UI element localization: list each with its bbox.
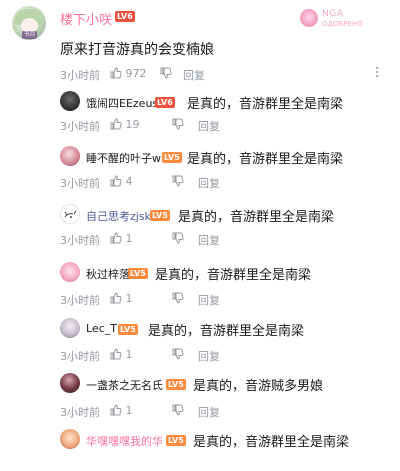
like-button[interactable]: 1 <box>110 404 133 417</box>
reply-meta: 3小时前 19 回复 <box>60 118 360 134</box>
thumbs-down-icon <box>172 175 184 187</box>
like-count: 19 <box>125 118 140 131</box>
dislike-button[interactable] <box>160 67 172 80</box>
comment-text: 原来打音游真的会变楠娘 <box>60 42 214 58</box>
level-badge: LV5 <box>162 152 182 163</box>
timestamp: 3小时前 <box>60 177 100 190</box>
reply-button[interactable]: 回复 <box>198 175 220 191</box>
reply-text: 是真的，音游贼多男娘 <box>193 379 324 394</box>
level-badge: LV6 <box>155 97 175 108</box>
like-button[interactable]: 1 <box>110 232 133 245</box>
timestamp: 3小时前 <box>60 350 100 363</box>
reply-meta: 3小时前 4 回复 <box>60 175 360 191</box>
reply-username[interactable]: 饿闹四EEzeus <box>86 95 158 111</box>
more-vertical-icon[interactable] <box>376 66 380 80</box>
avatar[interactable] <box>60 146 80 166</box>
reply-text: 是真的，音游群里全是南梁 <box>155 268 312 283</box>
like-count: 4 <box>125 175 133 188</box>
thumbs-down-icon <box>172 118 184 130</box>
level-badge: LV5 <box>118 324 138 335</box>
reply-username[interactable]: 华嘿嘿嘿我的华 <box>86 433 163 449</box>
thumbs-up-icon <box>110 404 122 416</box>
dislike-button[interactable] <box>172 175 184 188</box>
like-button[interactable]: 1 <box>110 292 133 305</box>
reply-text: 是真的，音游群里全是南梁 <box>148 324 305 339</box>
reply-button[interactable]: 回复 <box>183 67 205 83</box>
thumbs-up-icon <box>110 348 122 360</box>
sketch-avatar-icon <box>64 210 77 218</box>
avatar[interactable] <box>60 262 80 282</box>
reply-button[interactable]: 回复 <box>198 118 220 134</box>
dislike-button[interactable] <box>172 292 184 305</box>
like-button[interactable]: 1 <box>110 348 133 361</box>
like-count: 972 <box>125 67 147 80</box>
thumbs-up-icon <box>110 175 122 187</box>
reply-item: Lec_T LV5 是真的，音游群里全是南梁 3小时前 1 回复 <box>0 314 400 366</box>
reply-button[interactable]: 回复 <box>198 292 220 308</box>
thumbs-down-icon <box>172 404 184 416</box>
reply-text: 是真的，音游群里全是南梁 <box>178 210 335 225</box>
avatar[interactable] <box>60 429 80 449</box>
reply-text: 是真的，音游群里全是南梁 <box>193 435 350 450</box>
thumbs-down-icon <box>172 232 184 244</box>
level-badge: LV5 <box>166 379 186 390</box>
reply-item: 睡不醒的叶子w LV5 是真的，音游群里全是南梁 3小时前 4 回复 <box>0 143 400 195</box>
reply-meta: 3小时前 1 回复 <box>60 232 360 248</box>
dislike-button[interactable] <box>172 232 184 245</box>
timestamp: 3小时前 <box>60 406 100 419</box>
thumbs-down-icon <box>172 292 184 304</box>
username[interactable]: 楼下小咲 <box>60 9 112 28</box>
thumbs-down-icon <box>172 348 184 360</box>
reply-button[interactable]: 回复 <box>198 348 220 364</box>
reply-button[interactable]: 回复 <box>198 232 220 248</box>
reply-text: 是真的，音游群里全是南梁 <box>187 152 344 167</box>
reply-text: 是真的，音游群里全是南梁 <box>187 97 344 112</box>
thumbs-up-icon <box>110 67 122 79</box>
avatar[interactable] <box>60 318 80 338</box>
main-comment: 书月 楼下小咲 LV6 原来打音游真的会变楠娘 3小时前 972 回复 <box>0 0 400 88</box>
like-count: 1 <box>125 292 133 305</box>
level-badge: LV5 <box>128 268 148 279</box>
reply-meta: 3小时前 1 回复 <box>60 292 360 308</box>
avatar[interactable]: 书月 <box>12 6 46 40</box>
like-button[interactable]: 4 <box>110 175 133 188</box>
like-count: 1 <box>125 348 133 361</box>
reply-username[interactable]: 一盏茶之无名氏 <box>86 377 163 393</box>
level-badge: LV6 <box>115 11 135 22</box>
avatar[interactable] <box>60 204 80 224</box>
avatar-tag: 书月 <box>22 31 37 39</box>
thumbs-up-icon <box>110 232 122 244</box>
reply-meta: 3小时前 1 回复 <box>60 404 360 420</box>
reply-meta: 3小时前 1 回复 <box>60 348 360 364</box>
timestamp: 3小时前 <box>60 69 100 82</box>
like-count: 1 <box>125 404 133 417</box>
thumbs-up-icon <box>110 292 122 304</box>
reply-username[interactable]: 睡不醒的叶子w <box>86 150 161 166</box>
timestamp: 3小时前 <box>60 294 100 307</box>
avatar[interactable] <box>60 373 80 393</box>
timestamp: 3小时前 <box>60 234 100 247</box>
reply-username[interactable]: 自己思考zjsk <box>86 208 151 224</box>
dislike-button[interactable] <box>172 118 184 131</box>
thumbs-down-icon <box>160 67 172 79</box>
dislike-button[interactable] <box>172 404 184 417</box>
level-badge: LV5 <box>150 210 170 221</box>
timestamp: 3小时前 <box>60 120 100 133</box>
avatar[interactable] <box>60 91 80 111</box>
reply-username[interactable]: 秋过梓落 <box>86 266 130 282</box>
like-button[interactable]: 19 <box>110 118 140 131</box>
like-count: 1 <box>125 232 133 245</box>
reply-item: 自己思考zjsk LV5 是真的，音游群里全是南梁 3小时前 1 回复 <box>0 200 400 252</box>
like-button[interactable]: 972 <box>110 67 147 80</box>
level-badge: LV5 <box>166 435 186 446</box>
dislike-button[interactable] <box>172 348 184 361</box>
thumbs-up-icon <box>110 118 122 130</box>
reply-item: 华嘿嘿嘿我的华 LV5 是真的，音游群里全是南梁 <box>0 426 400 471</box>
reply-button[interactable]: 回复 <box>198 404 220 420</box>
reply-item: 饿闹四EEzeus LV6 是真的，音游群里全是南梁 3小时前 19 回复 <box>0 88 400 140</box>
comment-meta: 3小时前 972 回复 <box>60 67 360 83</box>
reply-username[interactable]: Lec_T <box>86 322 117 335</box>
reply-item: 一盏茶之无名氏 LV5 是真的，音游贼多男娘 3小时前 1 回复 <box>0 370 400 422</box>
reply-item: 秋过梓落 LV5 是真的，音游群里全是南梁 3小时前 1 回复 <box>0 258 400 310</box>
